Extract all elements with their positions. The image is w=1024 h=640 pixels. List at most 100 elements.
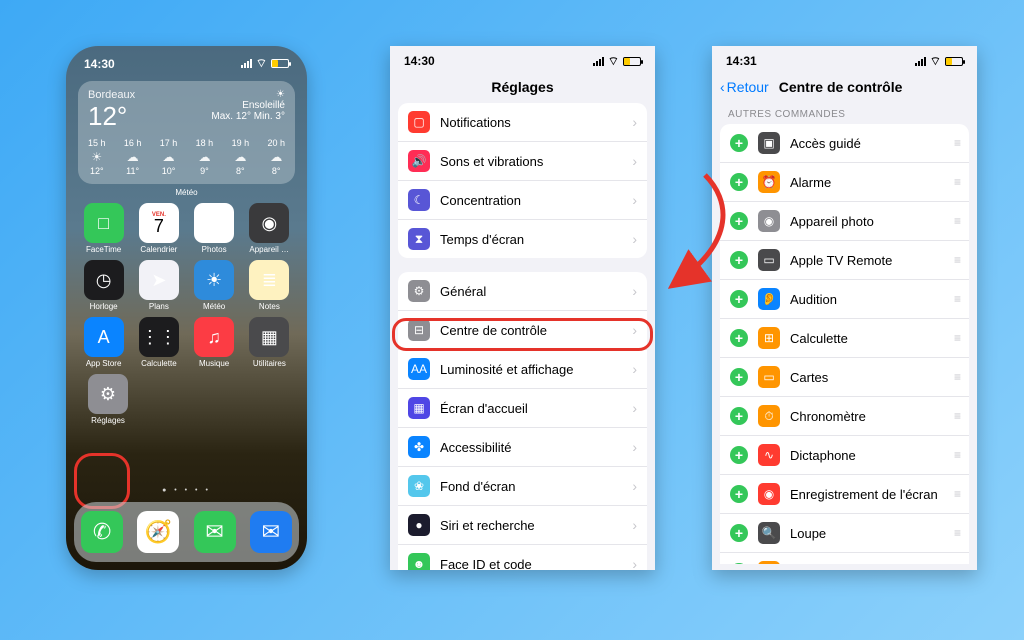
row-label: Chronomètre [790,409,866,424]
status-time: 14:30 [404,54,435,69]
drag-handle-icon[interactable]: ≡ [954,253,959,267]
row-label: Notifications [440,115,511,130]
sun-icon: ☀ [211,89,285,100]
sounds-icon: 🔊 [408,150,430,172]
add-button[interactable]: + [730,407,748,425]
chevron-right-icon: › [632,439,637,455]
app-label: Calculette [139,359,179,368]
app-plans[interactable]: ➤Plans [139,260,179,311]
row-hearing[interactable]: + 👂 Audition ≡ [720,280,969,319]
row-timer[interactable]: + ⏲ Minuteur ≡ [720,553,969,564]
drag-handle-icon[interactable]: ≡ [954,214,959,228]
row-camera[interactable]: + ◉ Appareil photo ≡ [720,202,969,241]
row-label: Calculette [790,331,848,346]
app-facetime[interactable]: □FaceTime [84,203,124,254]
page-dots[interactable]: ● • • • • [66,487,307,494]
drag-handle-icon[interactable]: ≡ [954,136,959,150]
app-r-glages[interactable]: ⚙Réglages [88,374,128,425]
phone-icon[interactable]: ✆ [81,511,123,553]
weather-hour-icon: ☁ [196,150,214,164]
app-appareil-photo[interactable]: ◉Appareil photo [249,203,289,254]
app-label: Calendrier [139,245,179,254]
add-button[interactable]: + [730,485,748,503]
add-button[interactable]: + [730,368,748,386]
calculator-icon: ⊞ [758,327,780,349]
app-musique[interactable]: ♫Musique [194,317,234,368]
camera-icon: ◉ [758,210,780,232]
add-button[interactable]: + [730,212,748,230]
row-voice-memo[interactable]: + ∿ Dictaphone ≡ [720,436,969,475]
drag-handle-icon[interactable]: ≡ [954,292,959,306]
add-button[interactable]: + [730,329,748,347]
row-general[interactable]: ⚙ Général › [398,272,647,311]
safari-icon[interactable]: 🧭 [137,511,179,553]
add-button[interactable]: + [730,524,748,542]
chevron-right-icon: › [632,231,637,247]
status-icons: ⌔ [915,54,963,69]
drag-handle-icon[interactable]: ≡ [954,487,959,501]
app-label: Horloge [84,302,124,311]
add-button[interactable]: + [730,563,748,564]
row-alarm[interactable]: + ⏰ Alarme ≡ [720,163,969,202]
row-sounds[interactable]: 🔊 Sons et vibrations › [398,142,647,181]
row-label: Appareil photo [790,214,874,229]
row-label: Sons et vibrations [440,154,543,169]
row-magnifier[interactable]: + 🔍 Loupe ≡ [720,514,969,553]
drag-handle-icon[interactable]: ≡ [954,526,959,540]
add-button[interactable]: + [730,446,748,464]
row-guided-access[interactable]: + ▣ Accès guidé ≡ [720,124,969,163]
row-label: Face ID et code [440,557,532,571]
app-glyph-icon: ✿ [194,203,234,243]
app-app-store[interactable]: AApp Store [84,317,124,368]
row-faceid[interactable]: ☻ Face ID et code › [398,545,647,570]
drag-handle-icon[interactable]: ≡ [954,331,959,345]
app-utilitaires[interactable]: ▦Utilitaires [249,317,289,368]
focus-icon: ☾ [408,189,430,211]
app-horloge[interactable]: ◷Horloge [84,260,124,311]
add-button[interactable]: + [730,173,748,191]
row-notifications[interactable]: ▢ Notifications › [398,103,647,142]
row-wallet[interactable]: + ▭ Cartes ≡ [720,358,969,397]
app-label: Musique [194,359,234,368]
messages-icon[interactable]: ✉ [194,511,236,553]
row-siri[interactable]: ● Siri et recherche › [398,506,647,545]
row-label: Temps d'écran [440,232,524,247]
app-notes[interactable]: ≣Notes [249,260,289,311]
row-label: Concentration [440,193,521,208]
drag-handle-icon[interactable]: ≡ [954,370,959,384]
signal-icon [593,57,604,66]
status-icons: ⌔ [241,56,289,71]
status-time: 14:31 [726,54,757,69]
row-focus[interactable]: ☾ Concentration › [398,181,647,220]
row-label: Audition [790,292,837,307]
app-calendrier[interactable]: VEN.7Calendrier [139,203,179,254]
row-wallpaper[interactable]: ❀ Fond d'écran › [398,467,647,506]
back-button[interactable]: ‹ Retour [720,79,769,95]
row-accessibility[interactable]: ✤ Accessibilité › [398,428,647,467]
drag-handle-icon[interactable]: ≡ [954,448,959,462]
app-photos[interactable]: ✿Photos [194,203,234,254]
add-button[interactable]: + [730,134,748,152]
add-button[interactable]: + [730,290,748,308]
row-label: Accessibilité [440,440,512,455]
weather-hour: 19 h ☁ 8° [232,138,250,176]
row-appletv[interactable]: + ▭ Apple TV Remote ≡ [720,241,969,280]
row-stopwatch[interactable]: + ⏱ Chronomètre ≡ [720,397,969,436]
status-bar: 14:30 ⌔ [66,46,307,71]
row-screentime[interactable]: ⧗ Temps d'écran › [398,220,647,258]
widget-label: Météo [66,188,307,197]
row-calculator[interactable]: + ⊞ Calculette ≡ [720,319,969,358]
notifications-icon: ▢ [408,111,430,133]
chevron-right-icon: › [632,517,637,533]
weather-widget[interactable]: Bordeaux 12° ☀ Ensoleillé Max. 12° Min. … [78,81,295,184]
row-screen-record[interactable]: + ◉ Enregistrement de l'écran ≡ [720,475,969,514]
drag-handle-icon[interactable]: ≡ [954,409,959,423]
mail-icon[interactable]: ✉ [250,511,292,553]
row-display[interactable]: AA Luminosité et affichage › [398,350,647,389]
app-calculette[interactable]: ⋮⋮Calculette [139,317,179,368]
row-home-screen[interactable]: ▦ Écran d'accueil › [398,389,647,428]
app-m-t-o[interactable]: ☀Météo [194,260,234,311]
drag-handle-icon[interactable]: ≡ [954,175,959,189]
add-button[interactable]: + [730,251,748,269]
app-glyph-icon: A [84,317,124,357]
